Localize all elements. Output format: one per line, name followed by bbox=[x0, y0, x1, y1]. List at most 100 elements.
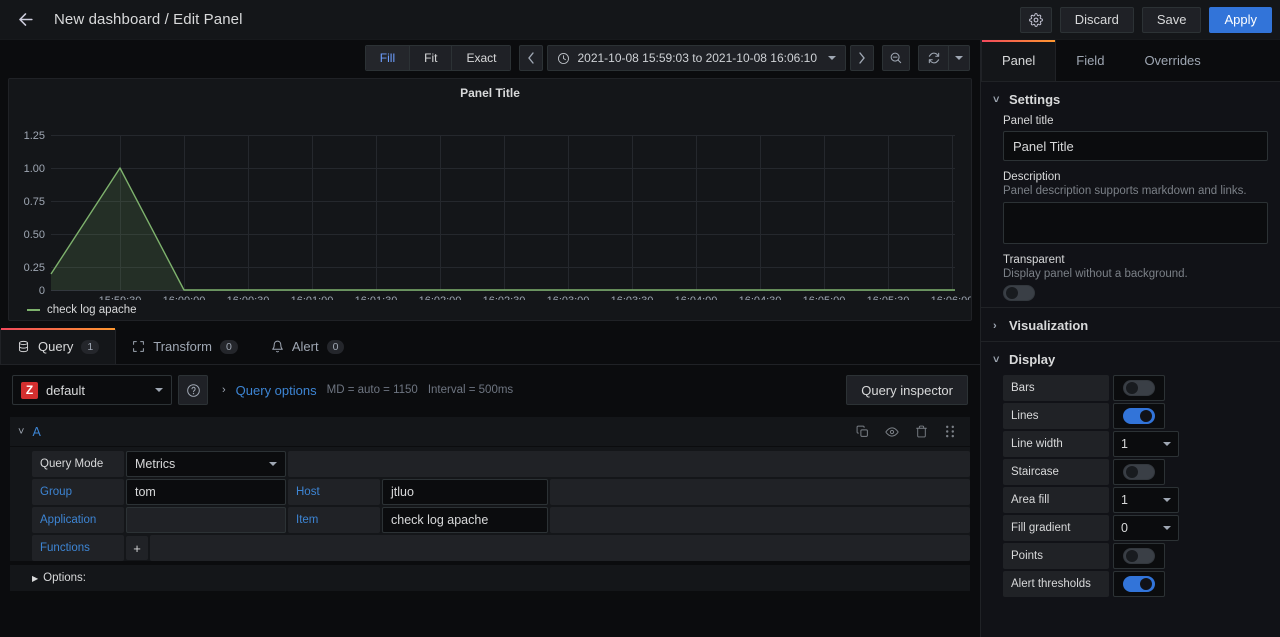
time-range-picker[interactable]: 2021-10-08 15:59:03 to 2021-10-08 16:06:… bbox=[547, 45, 846, 71]
fill-button[interactable]: Fill bbox=[365, 46, 411, 70]
chart-legend[interactable]: check log apache bbox=[9, 300, 971, 322]
tab-panel[interactable]: Panel bbox=[981, 40, 1057, 81]
query-options-expand-icon[interactable]: › bbox=[222, 384, 226, 396]
graph-panel: Panel Title 1.25 1.00 0.75 0.50 0.25 0 c… bbox=[8, 78, 972, 321]
toggle-knob bbox=[1006, 287, 1018, 299]
display-row-lines: Lines bbox=[981, 403, 1280, 429]
transparent-toggle[interactable] bbox=[1003, 285, 1035, 301]
clock-icon bbox=[558, 52, 570, 64]
panel-settings-button[interactable] bbox=[1019, 6, 1052, 33]
svg-text:16:00:30: 16:00:30 bbox=[227, 295, 270, 300]
time-series-chart: 1.25 1.00 0.75 0.50 0.25 0 15:59:30 16:0… bbox=[24, 130, 971, 300]
toggle-knob bbox=[1126, 382, 1138, 394]
svg-text:16:03:30: 16:03:30 bbox=[611, 295, 654, 300]
lines-toggle-wrap bbox=[1113, 403, 1165, 429]
query-inspector-button[interactable]: Query inspector bbox=[846, 375, 968, 405]
breadcrumb[interactable]: New dashboard / Edit Panel bbox=[54, 11, 243, 28]
svg-text:1.00: 1.00 bbox=[24, 163, 45, 175]
add-function-button[interactable]: + bbox=[126, 536, 148, 560]
refresh-interval-dropdown[interactable] bbox=[948, 45, 970, 71]
lines-toggle[interactable] bbox=[1123, 408, 1155, 424]
query-options-toggle-row[interactable]: ▶ Options: bbox=[10, 565, 970, 591]
display-section-header[interactable]: ˅ Display bbox=[981, 342, 1280, 375]
fill-gradient-value: 0 bbox=[1121, 521, 1128, 535]
datasource-picker[interactable]: Z default bbox=[12, 375, 172, 405]
apply-button[interactable]: Apply bbox=[1209, 6, 1272, 33]
refresh-button[interactable] bbox=[918, 45, 948, 71]
chevron-right-icon: ▶ bbox=[32, 573, 39, 583]
group-host-row-filler bbox=[550, 479, 970, 505]
chart-area[interactable]: 1.25 1.00 0.75 0.50 0.25 0 15:59:30 16:0… bbox=[9, 100, 971, 300]
bars-toggle[interactable] bbox=[1123, 380, 1155, 396]
drag-query-handle[interactable] bbox=[944, 425, 956, 439]
points-toggle-wrap bbox=[1113, 543, 1165, 569]
description-textarea[interactable] bbox=[1003, 202, 1268, 244]
display-row-bars: Bars bbox=[981, 375, 1280, 401]
panel-title-input[interactable]: Panel Title bbox=[1003, 131, 1268, 161]
svg-text:0: 0 bbox=[39, 285, 45, 297]
tab-transform[interactable]: Transform 0 bbox=[116, 329, 255, 364]
visualization-section-header[interactable]: › Visualization bbox=[981, 308, 1280, 341]
svg-text:16:04:00: 16:04:00 bbox=[675, 295, 718, 300]
display-row-points: Points bbox=[981, 543, 1280, 569]
query-ref-id[interactable]: A bbox=[32, 425, 40, 439]
query-options-label[interactable]: Query options bbox=[236, 383, 317, 398]
trash-icon bbox=[916, 425, 927, 438]
application-input[interactable] bbox=[126, 507, 286, 533]
query-options-row-label: Options: bbox=[43, 572, 86, 584]
exact-button[interactable]: Exact bbox=[452, 46, 511, 70]
time-shift-forward-button[interactable] bbox=[850, 45, 874, 71]
settings-section-label: Settings bbox=[1009, 92, 1061, 107]
display-row-fill-gradient: Fill gradient 0 bbox=[981, 515, 1280, 541]
drag-handle-icon bbox=[946, 425, 954, 438]
bell-icon bbox=[271, 340, 283, 353]
fill-gradient-select[interactable]: 0 bbox=[1113, 515, 1179, 541]
datasource-name: default bbox=[46, 382, 86, 398]
time-range-controls: 2021-10-08 15:59:03 to 2021-10-08 16:06:… bbox=[519, 45, 874, 71]
fit-button[interactable]: Fit bbox=[410, 46, 453, 70]
query-mode-label: Query Mode bbox=[32, 451, 124, 477]
discard-button[interactable]: Discard bbox=[1059, 6, 1134, 33]
query-mode-row: Query Mode Metrics bbox=[32, 451, 970, 477]
time-range-text: 2021-10-08 15:59:03 to 2021-10-08 16:06:… bbox=[577, 51, 817, 65]
zoom-out-button[interactable] bbox=[882, 45, 910, 71]
svg-text:1.25: 1.25 bbox=[24, 130, 45, 142]
application-item-row: Application Item check log apache bbox=[32, 507, 970, 533]
staircase-toggle[interactable] bbox=[1123, 464, 1155, 480]
tab-transform-count: 0 bbox=[220, 339, 238, 354]
alert-thresholds-toggle-wrap bbox=[1113, 571, 1165, 597]
duplicate-query-button[interactable] bbox=[856, 425, 869, 439]
tab-field[interactable]: Field bbox=[1056, 40, 1124, 81]
toggle-knob bbox=[1140, 578, 1152, 590]
query-collapse-icon[interactable]: ˅ bbox=[18, 426, 24, 438]
tab-overrides[interactable]: Overrides bbox=[1124, 40, 1220, 81]
group-input[interactable]: tom bbox=[126, 479, 286, 505]
area-fill-select[interactable]: 1 bbox=[1113, 487, 1179, 513]
line-width-select[interactable]: 1 bbox=[1113, 431, 1179, 457]
time-shift-back-button[interactable] bbox=[519, 45, 544, 71]
panel-title[interactable]: Panel Title bbox=[9, 79, 971, 100]
zabbix-logo-icon: Z bbox=[21, 381, 38, 399]
query-mode-select[interactable]: Metrics bbox=[126, 451, 286, 477]
query-row-header: ˅ A bbox=[10, 417, 970, 447]
points-toggle[interactable] bbox=[1123, 548, 1155, 564]
chevron-down-icon bbox=[955, 56, 963, 60]
remove-query-button[interactable] bbox=[915, 425, 928, 439]
transparent-help-text: Display panel without a background. bbox=[1003, 268, 1188, 280]
query-row-actions bbox=[856, 425, 962, 439]
tab-alert[interactable]: Alert 0 bbox=[255, 329, 362, 364]
datasource-help-button[interactable] bbox=[178, 375, 208, 405]
alert-thresholds-toggle[interactable] bbox=[1123, 576, 1155, 592]
tab-query[interactable]: Query 1 bbox=[0, 328, 117, 364]
save-button[interactable]: Save bbox=[1141, 6, 1202, 33]
display-section-label: Display bbox=[1009, 352, 1056, 367]
settings-section-header[interactable]: ˅ Settings bbox=[981, 82, 1280, 115]
chevron-right-icon: › bbox=[993, 319, 997, 332]
points-label: Points bbox=[1003, 543, 1109, 569]
item-input[interactable]: check log apache bbox=[382, 507, 548, 533]
svg-text:16:00:00: 16:00:00 bbox=[163, 295, 206, 300]
alert-thresholds-label: Alert thresholds bbox=[1003, 571, 1109, 597]
host-input[interactable]: jtluo bbox=[382, 479, 548, 505]
hide-query-button[interactable] bbox=[885, 425, 899, 439]
back-button[interactable] bbox=[10, 5, 40, 35]
